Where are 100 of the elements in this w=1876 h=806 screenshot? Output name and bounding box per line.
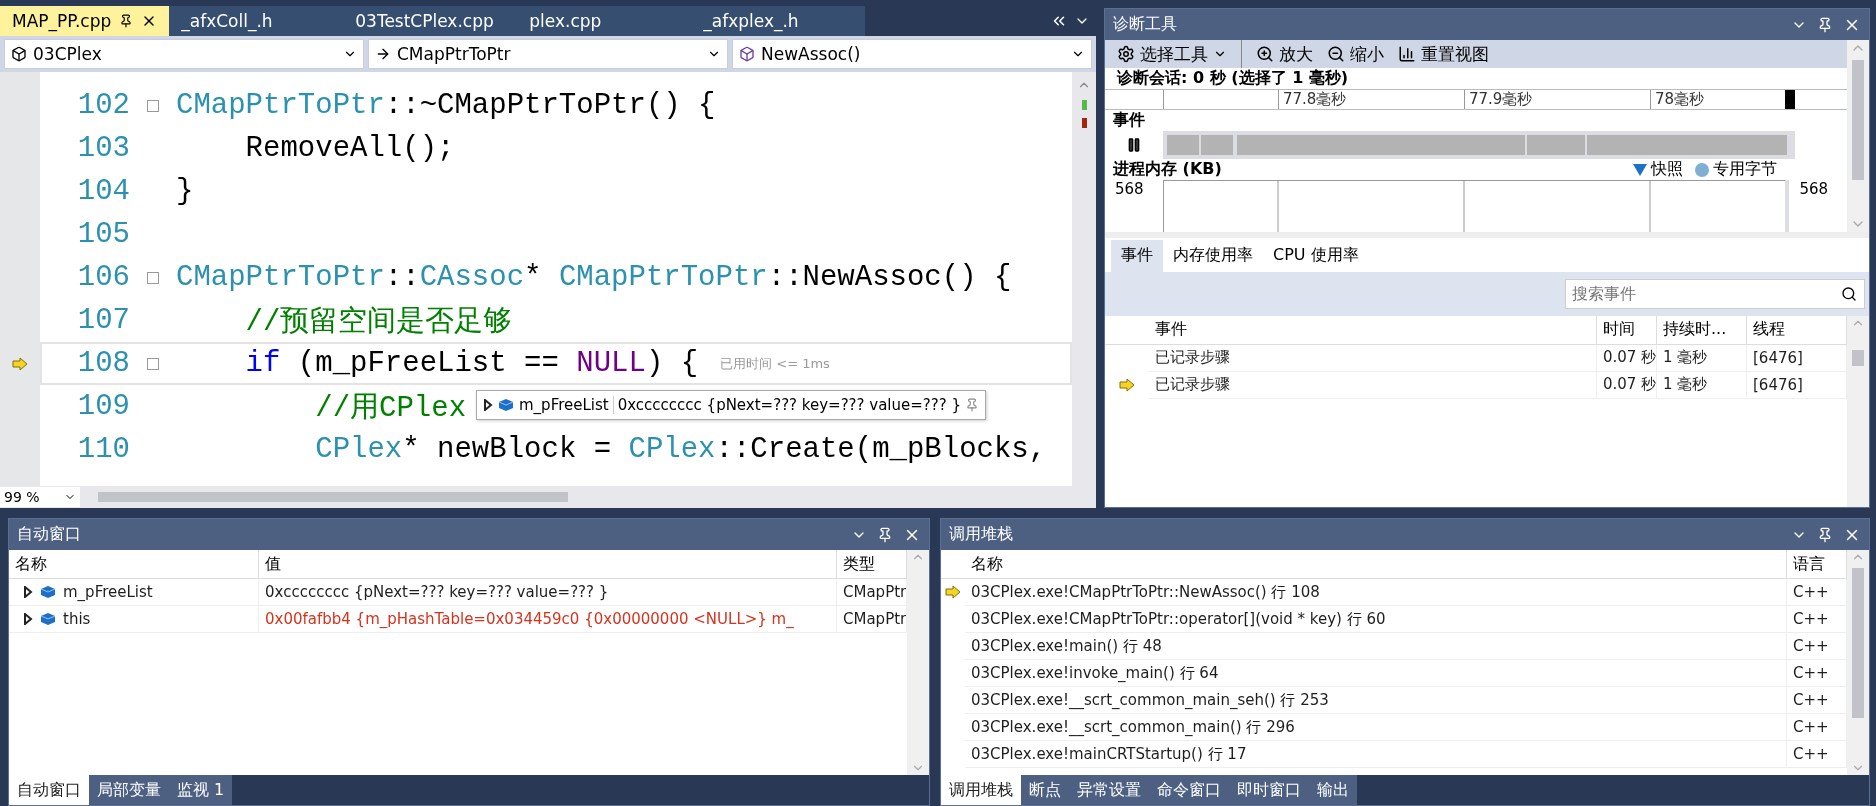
table-cell: 03CPlex.exe!mainCRTStartup() 行 17	[965, 741, 1787, 768]
toolbar-button[interactable]: 重置视图	[1398, 42, 1489, 66]
gear-icon	[1117, 45, 1135, 63]
table-cell: 已记录步骤	[1149, 344, 1597, 372]
scroll-thumb[interactable]	[98, 492, 568, 502]
pin-icon[interactable]	[1817, 16, 1833, 33]
selection-marker[interactable]	[1785, 90, 1795, 109]
panel-tab[interactable]: 自动窗口	[9, 775, 89, 805]
zoom-dropdown[interactable]: 99 %	[0, 487, 80, 507]
project-icon	[11, 46, 27, 62]
bar-chart-icon	[1398, 45, 1416, 63]
column-header[interactable]: 名称	[9, 550, 259, 579]
scroll-thumb[interactable]	[1852, 568, 1864, 718]
expand-icon[interactable]	[483, 399, 493, 411]
column-header[interactable]: 时间	[1597, 315, 1657, 345]
panel-title: 自动窗口	[17, 524, 81, 545]
table-cell: 0x00fafbb4 {m_pHashTable=0x034459c0 {0x00000000 <NULL>} m_	[259, 606, 837, 633]
session-label: 诊断会话: 0 秒 (选择了 1 毫秒)	[1115, 68, 1350, 89]
document-tab[interactable]: _afxColl_.h	[169, 6, 344, 36]
line-number: 108	[76, 347, 130, 380]
cube-icon	[739, 46, 755, 62]
table-cell: 03CPlex.exe!invoke_main() 行 64	[965, 660, 1787, 687]
table-cell: 03CPlex.exe!CMapPtrToPtr::NewAssoc() 行 108	[965, 579, 1787, 606]
code-text: //预留空间是否足够	[244, 304, 513, 341]
project-dropdown[interactable]: 03CPlex	[4, 39, 364, 69]
variable-name: m_pFreeList	[519, 396, 614, 414]
toolbar-button[interactable]: 放大	[1256, 42, 1313, 66]
fold-toggle[interactable]	[147, 357, 159, 370]
current-frame-arrow-icon	[945, 585, 961, 599]
toolbar-button[interactable]: 缩小	[1327, 42, 1384, 66]
current-event-arrow-icon	[1119, 377, 1135, 392]
section-title: 进程内存 (KB)	[1113, 159, 1222, 180]
line-number: 103	[76, 132, 130, 165]
axis-value: 568	[1798, 180, 1830, 200]
ruler-label: 78毫秒	[1655, 90, 1705, 108]
arrow-icon	[375, 46, 391, 62]
fold-toggle[interactable]	[147, 99, 159, 112]
current-line-arrow-icon	[12, 356, 28, 371]
table-cell: 03CPlex.exe!CMapPtrToPtr::operator[](void * key) 行 60	[965, 606, 1787, 633]
panel-tab[interactable]: 断点	[1021, 775, 1069, 805]
panel-tab[interactable]: 异常设置	[1069, 775, 1149, 805]
variable-icon	[497, 397, 515, 413]
ruler-label: 77.8毫秒	[1283, 90, 1347, 108]
variable-name: this	[63, 610, 91, 628]
panel-tab[interactable]: 调用堆栈	[941, 775, 1021, 805]
line-number: 106	[76, 261, 130, 294]
code-text: if (m_pFreeList == NULL) {	[244, 347, 699, 380]
scroll-thumb[interactable]	[1852, 349, 1864, 366]
column-header[interactable]: 持续时...	[1657, 315, 1747, 345]
panel-title: 调用堆栈	[949, 524, 1013, 545]
section-title: 事件	[1113, 110, 1145, 131]
document-tab[interactable]: _afxplex_.h	[691, 6, 866, 36]
ruler-label: 77.9毫秒	[1469, 90, 1533, 108]
table-cell: 0.07 秒	[1597, 371, 1657, 399]
panel-tab[interactable]: 命令窗口	[1149, 775, 1229, 805]
pin-icon[interactable]	[877, 526, 893, 543]
code-text: //用CPlex	[314, 390, 467, 427]
table-cell: 0.07 秒	[1597, 344, 1657, 372]
code-text: CMapPtrToPtr::CAssoc* CMapPtrToPtr::NewAssoc() {	[176, 261, 1012, 294]
column-header[interactable]: 值	[259, 550, 837, 579]
expand-icon[interactable]	[23, 613, 33, 625]
fold-toggle[interactable]	[147, 271, 159, 284]
table-cell: 03CPlex.exe!__scrt_common_main() 行 296	[965, 714, 1787, 741]
toolbar-button[interactable]: 选择工具	[1117, 42, 1227, 66]
search-icon[interactable]	[1841, 285, 1857, 302]
line-number: 107	[76, 304, 130, 337]
search-field[interactable]: 搜索事件	[1565, 278, 1865, 309]
column-header[interactable]: 事件	[1149, 315, 1597, 345]
line-number: 110	[76, 433, 130, 466]
panel-tab[interactable]: 即时窗口	[1229, 775, 1309, 805]
axis-value: 568	[1114, 180, 1145, 200]
pause-icon[interactable]	[1126, 137, 1142, 153]
panel-tab[interactable]: 局部变量	[89, 775, 169, 805]
code-text: CMapPtrToPtr::~CMapPtrToPtr() {	[176, 89, 716, 122]
line-number: 104	[76, 175, 130, 208]
variable-icon	[39, 611, 57, 627]
panel-tab[interactable]: 输出	[1309, 775, 1357, 805]
diagnostics-tab[interactable]: 事件	[1111, 239, 1163, 272]
class-dropdown[interactable]: CMapPtrToPtr	[368, 39, 728, 69]
document-tab[interactable]: MAP_PP.cpp	[0, 6, 170, 36]
panel-tab[interactable]: 监视 1	[169, 775, 233, 805]
table-cell: 0xcccccccc {pNext=??? key=??? value=??? }	[259, 579, 837, 606]
variable-name: m_pFreeList	[63, 583, 153, 601]
pin-icon[interactable]	[1817, 526, 1833, 543]
line-number: 102	[76, 89, 130, 122]
document-tab[interactable]: 03TestCPlex.cpp	[343, 6, 518, 36]
member-dropdown[interactable]: NewAssoc()	[732, 39, 1092, 69]
line-number: 105	[76, 218, 130, 251]
panel-title: 诊断工具	[1113, 14, 1177, 35]
code-text: RemoveAll();	[244, 132, 455, 165]
pin-icon[interactable]	[119, 14, 134, 28]
scroll-thumb[interactable]	[1852, 60, 1864, 180]
column-header[interactable]: 名称	[965, 550, 1787, 579]
code-text: }	[176, 175, 194, 208]
document-tab[interactable]: plex.cpp	[517, 6, 692, 36]
table-cell: 03CPlex.exe!__scrt_common_main_seh() 行 253	[965, 687, 1787, 714]
code-text: CPlex* newBlock = CPlex::Create(m_pBlocks,	[314, 433, 1047, 466]
expand-icon[interactable]	[23, 586, 33, 598]
table-cell: 1 毫秒	[1657, 344, 1747, 372]
legend-label: 快照	[1651, 159, 1683, 180]
